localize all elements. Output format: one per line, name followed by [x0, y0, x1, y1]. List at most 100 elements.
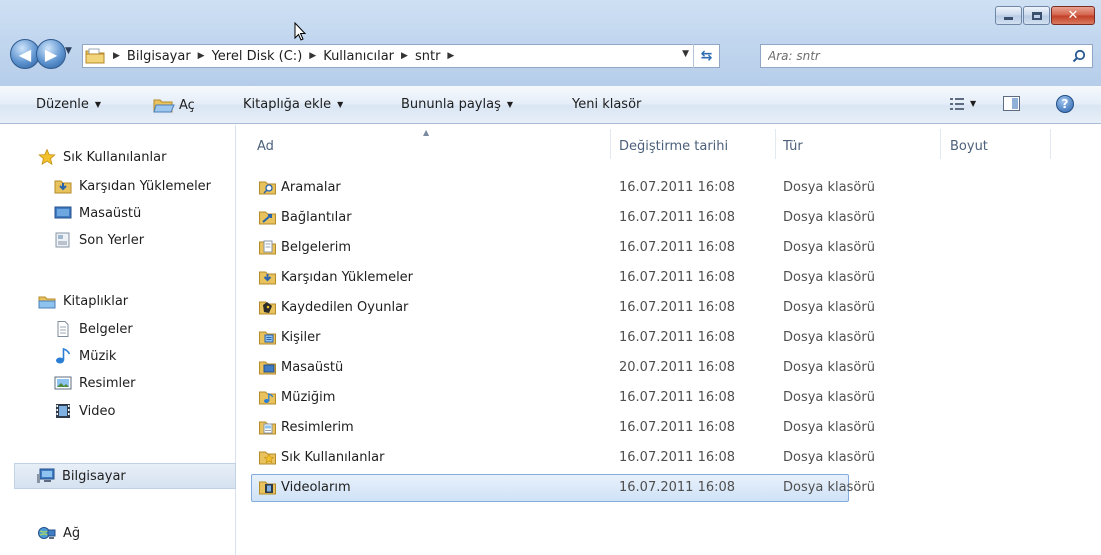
column-header-modified[interactable]: Değiştirme tarihi — [619, 139, 779, 161]
breadcrumb-local-disk[interactable]: Yerel Disk (C:) ▶ — [212, 49, 324, 64]
links-folder-icon — [259, 211, 276, 224]
file-name: Kaydedilen Oyunlar — [259, 300, 408, 315]
breadcrumb-separator-icon[interactable]: ▶ — [447, 51, 454, 61]
search-icon[interactable] — [1072, 49, 1086, 63]
file-name-label: Karşıdan Yüklemeler — [281, 269, 414, 285]
nav-item-label: Ağ — [63, 525, 81, 541]
nav-libraries[interactable]: Kitaplıklar — [38, 293, 128, 309]
documents-icon — [57, 321, 69, 337]
column-header-size[interactable]: Boyut — [950, 139, 1050, 161]
open-button[interactable]: Aç — [153, 97, 195, 113]
column-header-name[interactable]: Ad — [257, 139, 627, 161]
breadcrumb-label: Kullanıcılar — [323, 48, 395, 64]
breadcrumb-separator-icon[interactable]: ▶ — [198, 51, 205, 61]
nav-item-recent-places[interactable]: Son Yerler — [54, 232, 144, 248]
breadcrumb-sntr[interactable]: sntr ▶ — [415, 49, 461, 64]
search-box[interactable] — [760, 44, 1093, 68]
file-type: Dosya klasörü — [783, 389, 875, 405]
video-icon — [56, 404, 70, 418]
column-header-type[interactable]: Tür — [783, 139, 943, 161]
column-divider[interactable] — [775, 129, 776, 159]
column-divider[interactable] — [1050, 129, 1051, 159]
column-header-label: Ad — [257, 139, 274, 154]
file-name: Bağlantılar — [259, 210, 352, 225]
file-list: Aramalar 16.07.2011 16:08 Dosya klasörü … — [237, 172, 1101, 502]
breadcrumb-users[interactable]: Kullanıcılar ▶ — [323, 49, 415, 64]
add-to-library-button[interactable]: Kitaplığa ekle ▼ — [243, 97, 343, 112]
file-modified-date: 16.07.2011 16:08 — [619, 449, 736, 465]
forward-arrow-icon: ▶ — [44, 44, 58, 64]
file-name: Masaüstü — [259, 360, 343, 375]
nav-favorites[interactable]: Sık Kullanılanlar — [38, 149, 166, 165]
table-row[interactable]: Kişiler 16.07.2011 16:08 Dosya klasörü — [237, 322, 1101, 352]
organize-label: Düzenle — [36, 97, 89, 112]
new-folder-button[interactable]: Yeni klasör — [572, 97, 641, 112]
file-modified-date: 16.07.2011 16:08 — [619, 299, 736, 315]
nav-item-video[interactable]: Video — [54, 403, 115, 419]
table-row[interactable]: Bağlantılar 16.07.2011 16:08 Dosya klasö… — [237, 202, 1101, 232]
table-row[interactable]: Aramalar 16.07.2011 16:08 Dosya klasörü — [237, 172, 1101, 202]
maximize-button[interactable] — [1023, 6, 1050, 25]
nav-item-pictures[interactable]: Resimler — [54, 375, 135, 391]
column-divider[interactable] — [610, 129, 611, 159]
nav-item-label: Resimler — [79, 375, 136, 391]
column-header-label: Değiştirme tarihi — [619, 139, 729, 154]
file-type: Dosya klasörü — [783, 179, 875, 195]
view-dropdown-icon[interactable]: ▼ — [970, 99, 976, 108]
nav-item-label: Son Yerler — [79, 232, 145, 248]
column-headers: Ad ▲ Değiştirme tarihi Tür Boyut — [237, 125, 1101, 165]
share-with-button[interactable]: Bununla paylaş ▼ — [401, 97, 513, 112]
file-type: Dosya klasörü — [783, 299, 875, 315]
favorites-folder-icon — [259, 451, 276, 464]
chevron-down-icon: ▼ — [506, 100, 514, 109]
table-row[interactable]: Karşıdan Yüklemeler 16.07.2011 16:08 Dos… — [237, 262, 1101, 292]
breadcrumb-separator-icon[interactable]: ▶ — [309, 51, 316, 61]
breadcrumb-root-arrow[interactable]: ▶ — [111, 51, 127, 61]
refresh-button[interactable]: ⇆ — [693, 44, 719, 68]
file-modified-date: 16.07.2011 16:08 — [619, 479, 736, 495]
new-folder-label: Yeni klasör — [572, 97, 642, 112]
file-modified-date: 20.07.2011 16:08 — [619, 359, 736, 375]
file-modified-date: 16.07.2011 16:08 — [619, 329, 736, 345]
nav-item-label: Masaüstü — [79, 205, 142, 221]
file-modified-date: 16.07.2011 16:08 — [619, 179, 736, 195]
recent-pages-dropdown[interactable]: ▼ — [65, 46, 72, 56]
computer-icon — [37, 468, 55, 483]
file-name-label: Videolarım — [281, 479, 351, 495]
nav-item-documents[interactable]: Belgeler — [54, 321, 133, 337]
nav-item-label: Sık Kullanılanlar — [63, 149, 167, 165]
nav-item-music[interactable]: Müzik — [54, 348, 116, 364]
nav-computer[interactable]: Bilgisayar — [14, 463, 236, 489]
preview-pane-icon[interactable] — [1003, 96, 1020, 111]
forward-button[interactable]: ▶ — [36, 39, 66, 69]
nav-network[interactable]: Ağ — [38, 525, 80, 541]
nav-item-desktop[interactable]: Masaüstü — [54, 205, 141, 221]
organize-button[interactable]: Düzenle ▼ — [36, 97, 101, 112]
file-type: Dosya klasörü — [783, 419, 875, 435]
table-row[interactable]: Resimlerim 16.07.2011 16:08 Dosya klasör… — [237, 412, 1101, 442]
column-divider[interactable] — [940, 129, 941, 159]
address-bar[interactable]: ▶ Bilgisayar ▶ Yerel Disk (C:) ▶ Kullanıcı… — [82, 44, 720, 68]
contacts-folder-icon — [259, 331, 276, 344]
search-input[interactable] — [768, 49, 1058, 63]
table-row[interactable]: Müziğim 16.07.2011 16:08 Dosya klasörü — [237, 382, 1101, 412]
breadcrumb-computer[interactable]: Bilgisayar ▶ — [127, 49, 212, 64]
nav-item-downloads[interactable]: Karşıdan Yüklemeler — [54, 178, 211, 194]
table-row[interactable]: Sık Kullanılanlar 16.07.2011 16:08 Dosya… — [237, 442, 1101, 472]
table-row[interactable]: Kaydedilen Oyunlar 16.07.2011 16:08 Dosy… — [237, 292, 1101, 322]
file-name: Kişiler — [259, 330, 320, 345]
file-type: Dosya klasörü — [783, 479, 875, 495]
minimize-button[interactable] — [995, 6, 1022, 25]
breadcrumb-separator-icon[interactable]: ▶ — [401, 51, 408, 61]
table-row-selected[interactable]: Videolarım 16.07.2011 16:08 Dosya klasör… — [237, 472, 1101, 502]
help-icon[interactable]: ? — [1056, 95, 1074, 113]
downloads-folder-icon — [54, 180, 72, 194]
file-name-label: Sık Kullanılanlar — [281, 449, 385, 465]
view-options-icon[interactable] — [950, 97, 964, 111]
minimize-icon — [1004, 17, 1013, 20]
close-button[interactable]: ✕ — [1051, 6, 1095, 25]
file-name-label: Kişiler — [281, 329, 321, 345]
table-row[interactable]: Masaüstü 20.07.2011 16:08 Dosya klasörü — [237, 352, 1101, 382]
address-history-dropdown[interactable]: ▼ — [682, 49, 689, 59]
table-row[interactable]: Belgelerim 16.07.2011 16:08 Dosya klasör… — [237, 232, 1101, 262]
